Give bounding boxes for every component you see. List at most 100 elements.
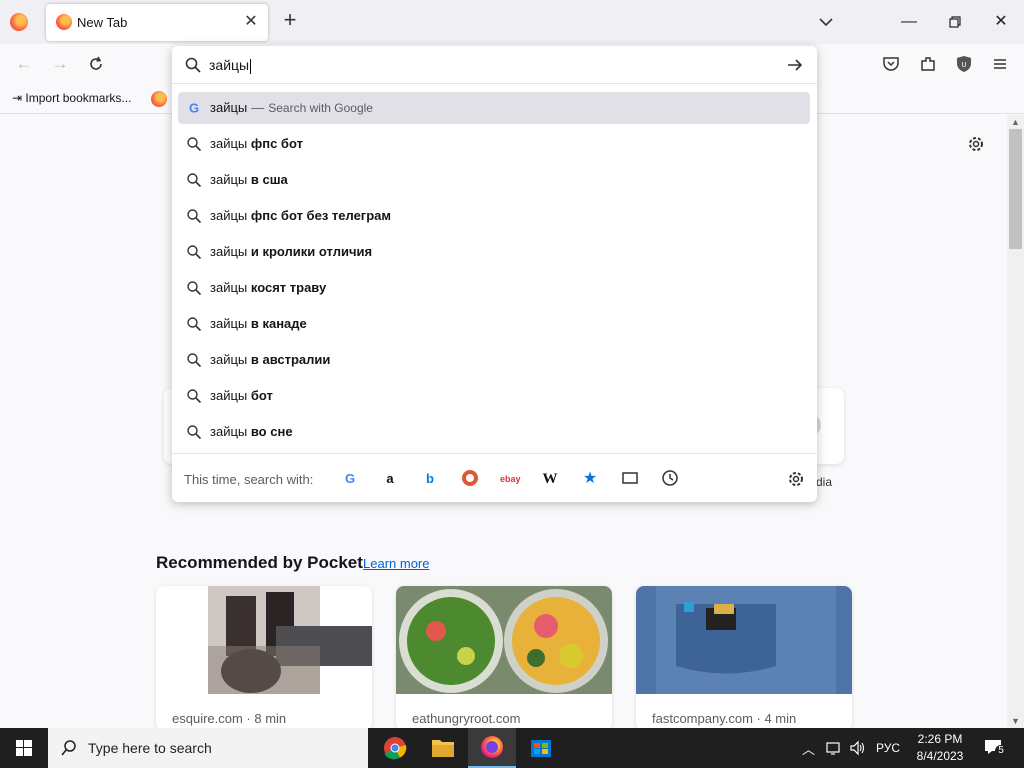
restore-button[interactable] [941, 8, 969, 36]
suggestion-prefix: зайцы [210, 316, 251, 331]
import-icon: ⇥ [12, 91, 23, 105]
pocket-learn-more-link[interactable]: Learn more [363, 556, 429, 571]
page-scrollbar[interactable]: ▲ ▼ [1007, 115, 1024, 728]
story-source: eathungryroot.com [412, 711, 521, 726]
suggestion-text: зайцы в канаде [210, 316, 307, 331]
svg-text:U: U [961, 61, 966, 69]
file-explorer-taskbar-icon[interactable] [419, 728, 467, 768]
menu-icon[interactable] [991, 55, 1009, 73]
reload-icon[interactable] [86, 54, 106, 74]
suggestion-completion: во сне [250, 424, 293, 439]
firefox-icon [56, 14, 72, 30]
minimize-button[interactable]: — [895, 8, 923, 36]
search-suggestion[interactable]: зайцы бот [178, 380, 810, 412]
go-arrow-icon[interactable] [786, 56, 804, 74]
search-icon [187, 209, 202, 224]
suggestion-completion: в канаде [250, 316, 307, 331]
taskbar-search-box[interactable]: Type here to search [48, 728, 368, 768]
search-suggestion[interactable]: зайцы во сне [178, 416, 810, 448]
search-suggestion[interactable]: зайцы косят траву [178, 272, 810, 304]
suggestion-prefix: зайцы [210, 280, 251, 295]
search-icon [187, 137, 202, 152]
search-suggestion[interactable]: зайцы в канаде [178, 308, 810, 340]
suggestion-prefix: зайцы [210, 424, 251, 439]
search-suggestion[interactable]: зайцы и кролики отличия [178, 236, 810, 268]
story-source: esquire.com · 8 min [172, 711, 287, 726]
tabs-icon[interactable] [620, 469, 640, 489]
search-suggestion[interactable]: зайцы в сша [178, 164, 810, 196]
scroll-up-icon[interactable]: ▲ [1007, 115, 1024, 129]
list-all-tabs-icon[interactable] [816, 12, 836, 32]
search-icon [187, 245, 202, 260]
forward-button[interactable]: → [50, 54, 70, 74]
microsoft-store-taskbar-icon[interactable] [517, 728, 565, 768]
personalize-settings-icon[interactable] [966, 134, 986, 154]
notification-count: 5 [995, 745, 1007, 757]
system-clock[interactable]: 2:26 PM 8/4/2023 [912, 731, 968, 765]
windows-taskbar: Type here to search ︿ РУС 2:26 PM 8/4/20… [0, 728, 1024, 768]
story-image [636, 586, 852, 694]
top-site-label[interactable]: dia [816, 475, 832, 489]
suggestion-completion: косят траву [250, 280, 327, 295]
suggestion-text: зайцы во сне [210, 424, 293, 439]
search-suggestion[interactable]: зайцы в австралии [178, 344, 810, 376]
firefox-view-icon[interactable] [10, 13, 28, 31]
story-image [156, 586, 372, 694]
history-icon[interactable] [660, 469, 680, 489]
google-icon: G [189, 101, 199, 116]
tab-new-tab[interactable]: New Tab ✕ [46, 4, 268, 41]
new-tab-button[interactable]: + [279, 9, 301, 32]
scroll-down-icon[interactable]: ▼ [1007, 714, 1024, 728]
scrollbar-thumb[interactable] [1009, 129, 1022, 249]
firefox-bookmark-icon[interactable] [151, 91, 167, 107]
address-input[interactable]: зайцы [209, 57, 252, 74]
pocket-story-card[interactable]: eathungryroot.com [396, 586, 612, 731]
suggestion-text: зайцы в австралии [210, 352, 330, 367]
story-source: fastcompany.com · 4 min [652, 711, 797, 726]
close-window-button[interactable]: ✕ [987, 8, 1015, 36]
suggestion-prefix: зайцы [210, 172, 251, 187]
amazon-icon[interactable]: a [380, 469, 400, 489]
back-button[interactable]: ← [14, 54, 34, 74]
pocket-story-card[interactable]: esquire.com · 8 min [156, 586, 372, 731]
extensions-icon[interactable] [919, 55, 937, 73]
clock-date: 8/4/2023 [916, 749, 964, 763]
pocket-icon[interactable] [882, 55, 900, 73]
suggestion-completion: и кролики отличия [250, 244, 373, 259]
windows-start-icon[interactable] [0, 728, 48, 768]
suggestion-prefix: зайцы [210, 208, 251, 223]
ebay-icon[interactable]: ebay [500, 469, 521, 489]
search-icon [187, 389, 202, 404]
search-icon [187, 281, 202, 296]
ublock-origin-icon[interactable]: U [955, 55, 973, 73]
search-settings-gear-icon[interactable] [786, 469, 806, 489]
network-icon[interactable] [825, 740, 843, 756]
suggestion-prefix: зайцы [210, 100, 248, 115]
wikipedia-icon[interactable]: W [540, 469, 560, 489]
search-icon [185, 57, 201, 73]
search-with-google-suggestion[interactable]: Gзайцы — Search with Google [178, 92, 810, 124]
bookmarks-star-icon[interactable]: ★ [580, 469, 600, 489]
suggestion-prefix: зайцы [210, 244, 251, 259]
volume-icon[interactable] [849, 740, 867, 756]
show-hidden-icons-button[interactable]: ︿ [802, 728, 818, 768]
svg-text:G: G [189, 101, 199, 116]
suggestion-text: зайцы фпс бот без телеграм [210, 208, 391, 223]
clock-time: 2:26 PM [917, 732, 963, 746]
firefox-taskbar-icon[interactable] [468, 728, 516, 768]
google-icon[interactable]: G [340, 469, 360, 489]
bing-icon[interactable]: b [420, 469, 440, 489]
notifications-button[interactable]: 5 [982, 728, 1007, 768]
duckduckgo-icon[interactable] [460, 469, 480, 489]
search-icon [61, 740, 76, 756]
suggestion-text: зайцы фпс бот [210, 136, 303, 151]
import-bookmarks-button[interactable]: ⇥ Import bookmarks... [12, 91, 131, 105]
input-language-indicator[interactable]: РУС [876, 741, 900, 768]
search-icon [187, 173, 202, 188]
address-bar[interactable]: зайцы [172, 46, 817, 84]
chrome-taskbar-icon[interactable] [371, 728, 419, 768]
pocket-story-card[interactable]: fastcompany.com · 4 min [636, 586, 852, 731]
close-tab-icon[interactable]: ✕ [242, 13, 260, 31]
search-suggestion[interactable]: зайцы фпс бот [178, 128, 810, 160]
search-suggestion[interactable]: зайцы фпс бот без телеграм [178, 200, 810, 232]
